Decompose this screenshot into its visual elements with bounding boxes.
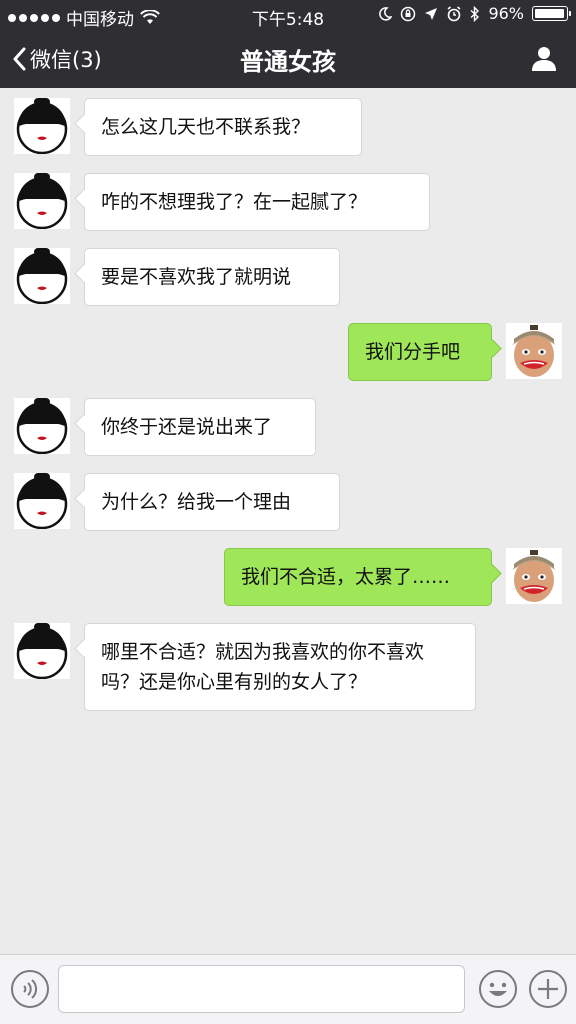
message-bubble[interactable]: 我们不合适，太累了…… bbox=[224, 548, 492, 606]
message-bubble[interactable]: 你终于还是说出来了 bbox=[84, 398, 316, 456]
input-bar bbox=[0, 954, 576, 1024]
contact-avatar[interactable] bbox=[14, 98, 70, 154]
contact-avatar[interactable] bbox=[14, 398, 70, 454]
outgoing-message: 我们不合适，太累了…… bbox=[0, 548, 576, 606]
contact-avatar[interactable] bbox=[14, 473, 70, 529]
incoming-message: 哪里不合适？就因为我喜欢的你不喜欢吗？还是你心里有别的女人了？ bbox=[0, 623, 576, 711]
voice-icon bbox=[11, 970, 49, 1008]
status-bar: 中国移动 下午5:48 96% bbox=[0, 0, 576, 30]
incoming-message: 为什么？给我一个理由 bbox=[0, 473, 576, 531]
alarm-icon bbox=[447, 5, 461, 21]
chat-area[interactable]: 怎么这几天也不联系我？ 咋的不想理我了？在一起腻了？ 要是不喜欢我了就明说 我们分手吧… bbox=[0, 88, 576, 954]
person-icon bbox=[532, 47, 556, 71]
status-right: 96% bbox=[378, 4, 571, 23]
bluetooth-icon bbox=[470, 5, 480, 22]
chat-title: 普通女孩 bbox=[240, 48, 336, 76]
moon-icon bbox=[379, 6, 393, 21]
incoming-message: 你终于还是说出来了 bbox=[0, 398, 576, 456]
contact-avatar[interactable] bbox=[14, 173, 70, 229]
message-bubble[interactable]: 咋的不想理我了？在一起腻了？ bbox=[84, 173, 430, 231]
message-bubble[interactable]: 哪里不合适？就因为我喜欢的你不喜欢吗？还是你心里有别的女人了？ bbox=[84, 623, 476, 711]
emoji-icon bbox=[479, 970, 517, 1008]
plus-icon bbox=[529, 970, 567, 1008]
incoming-message: 要是不喜欢我了就明说 bbox=[0, 248, 576, 306]
message-bubble[interactable]: 要是不喜欢我了就明说 bbox=[84, 248, 340, 306]
profile-button[interactable] bbox=[530, 44, 558, 76]
emoji-button[interactable] bbox=[478, 969, 518, 1009]
message-bubble[interactable]: 怎么这几天也不联系我？ bbox=[84, 98, 362, 156]
message-bubble[interactable]: 为什么？给我一个理由 bbox=[84, 473, 340, 531]
outgoing-message: 我们分手吧 bbox=[0, 323, 576, 381]
voice-button[interactable] bbox=[10, 969, 50, 1009]
incoming-message: 咋的不想理我了？在一起腻了？ bbox=[0, 173, 576, 231]
my-avatar[interactable] bbox=[506, 548, 562, 604]
contact-avatar[interactable] bbox=[14, 623, 70, 679]
battery-icon bbox=[532, 6, 571, 21]
nav-bar: 微信(3) 普通女孩 bbox=[0, 30, 576, 88]
more-button[interactable] bbox=[528, 969, 568, 1009]
rotation-lock-icon bbox=[401, 6, 416, 21]
incoming-message: 怎么这几天也不联系我？ bbox=[0, 98, 576, 156]
contact-avatar[interactable] bbox=[14, 248, 70, 304]
message-bubble[interactable]: 我们分手吧 bbox=[348, 323, 492, 381]
message-input[interactable] bbox=[58, 965, 465, 1013]
my-avatar[interactable] bbox=[506, 323, 562, 379]
location-icon bbox=[425, 7, 438, 20]
battery-percent: 96% bbox=[488, 4, 524, 23]
